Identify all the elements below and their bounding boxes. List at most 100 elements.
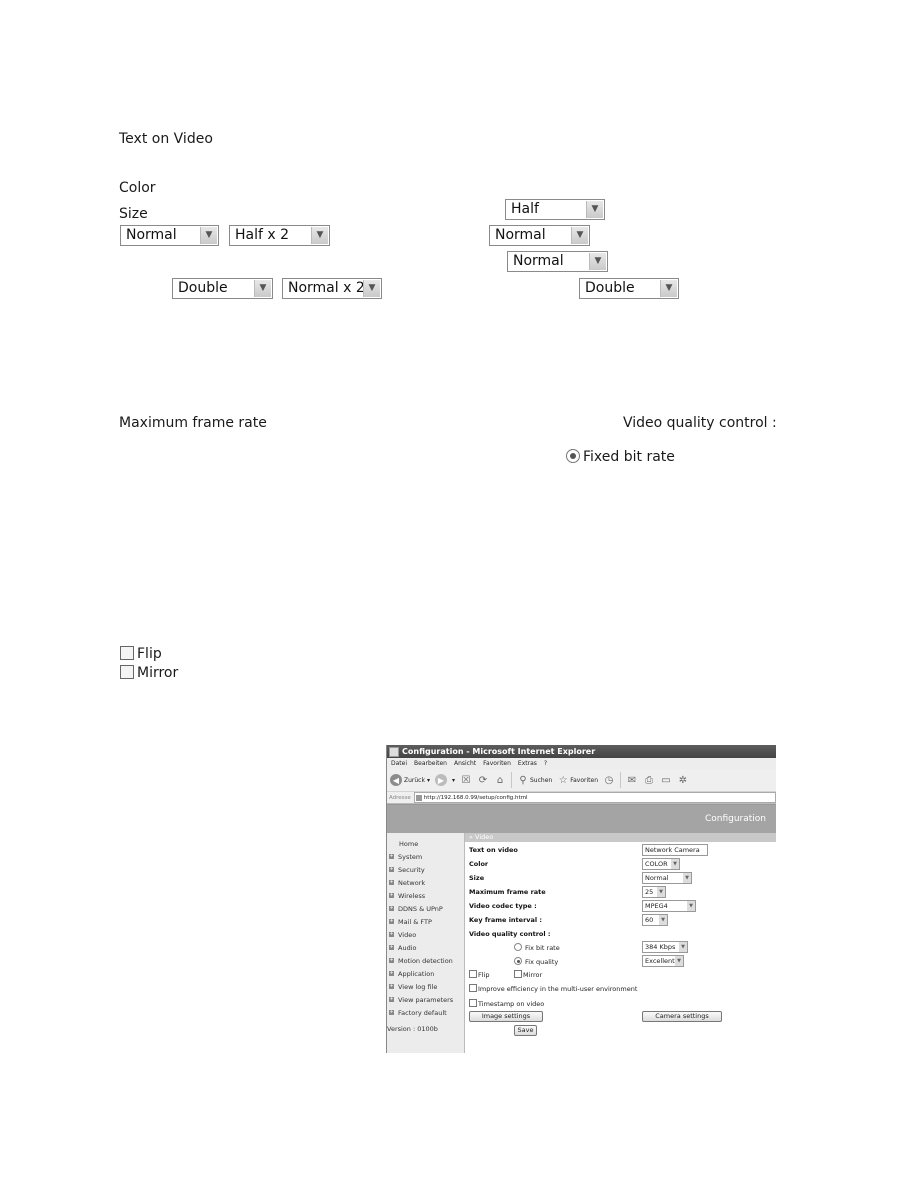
checkbox-icon [514, 970, 522, 978]
expand-icon: + [389, 879, 394, 885]
flip-checkbox[interactable]: Flip [120, 646, 162, 662]
image-settings-button[interactable]: Image settings [469, 1011, 543, 1022]
checkbox-icon [469, 984, 477, 992]
menu-extras[interactable]: Extras [518, 758, 537, 769]
checkbox-icon [120, 665, 134, 679]
timestamp-checkbox[interactable]: Timestamp on video [469, 999, 544, 1008]
sidebar-item-ddns-upnp[interactable]: + DDNS & UPnP [387, 902, 464, 915]
sidebar-item-video[interactable]: + Video [387, 928, 464, 941]
sidebar-item-network[interactable]: + Network [387, 876, 464, 889]
key-frame-label: Key frame interval : [469, 916, 542, 924]
radio-selected-icon [566, 449, 580, 463]
radio-label: Fix quality [525, 958, 559, 966]
forward-button[interactable]: ▶ [434, 774, 447, 786]
back-arrow-icon: ◀ [390, 774, 402, 786]
search-button[interactable]: ⚲ Suchen [517, 774, 552, 786]
size-dropdown-double[interactable]: Double ▼ [172, 278, 273, 299]
messenger-icon[interactable]: ✲ [677, 774, 689, 786]
checkbox-label: Improve efficiency in the multi-user env… [478, 985, 638, 993]
sidebar: Home + System + Security + Network + Wireles… [387, 833, 465, 1053]
sidebar-item-security[interactable]: + Security [387, 863, 464, 876]
sidebar-item-motion-detection[interactable]: + Motion detection [387, 954, 464, 967]
camera-settings-button[interactable]: Camera settings [642, 1011, 722, 1022]
flip-checkbox[interactable]: Flip [469, 970, 489, 979]
sidebar-item-audio[interactable]: + Audio [387, 941, 464, 954]
size-dropdown-half-x2[interactable]: Half x 2 ▼ [229, 225, 330, 246]
checkbox-label: Mirror [523, 971, 543, 979]
size-dropdown-normal-2[interactable]: Normal ▼ [489, 225, 590, 246]
sidebar-item-wireless[interactable]: + Wireless [387, 889, 464, 902]
bit-rate-select[interactable]: 384 Kbps ▼ [642, 941, 688, 953]
sidebar-item-mail-ftp[interactable]: + Mail & FTP [387, 915, 464, 928]
dropdown-value: Normal [513, 253, 564, 269]
codec-label: Video codec type : [469, 902, 537, 910]
text-on-video-heading: Text on Video [119, 131, 213, 147]
color-select[interactable]: COLOR ▼ [642, 858, 680, 870]
size-dropdown-normal[interactable]: Normal ▼ [120, 225, 219, 246]
page-icon [415, 794, 422, 801]
menu-ansicht[interactable]: Ansicht [454, 758, 476, 769]
favorites-button[interactable]: ☆ Favoriten [557, 774, 598, 786]
history-icon[interactable]: ◷ [603, 774, 615, 786]
size-select[interactable]: Normal ▼ [642, 872, 692, 884]
improve-efficiency-checkbox[interactable]: Improve efficiency in the multi-user env… [469, 984, 637, 993]
menu-datei[interactable]: Datei [391, 758, 407, 769]
max-frame-rate-label: Maximum frame rate [469, 888, 546, 896]
size-dropdown-double-2[interactable]: Double ▼ [579, 278, 679, 299]
sidebar-item-view-log-file[interactable]: + View log file [387, 980, 464, 993]
sidebar-item-label: Security [398, 865, 425, 874]
save-button[interactable]: Save [514, 1025, 537, 1036]
back-button[interactable]: ◀ Zurück ▾ [390, 774, 430, 786]
key-frame-select[interactable]: 60 ▼ [642, 914, 668, 926]
stop-icon[interactable]: ☒ [460, 774, 472, 786]
chevron-down-icon: ▼ [571, 227, 588, 244]
breadcrumb: » Video [465, 833, 776, 842]
chevron-down-icon: ▼ [657, 887, 665, 897]
edit-icon[interactable]: ▭ [660, 774, 672, 786]
star-icon: ☆ [558, 774, 568, 786]
size-dropdown-normal-3[interactable]: Normal ▼ [507, 251, 608, 272]
mail-icon[interactable]: ✉ [626, 774, 638, 786]
chevron-down-icon: ▼ [687, 901, 695, 911]
menu-bearbeiten[interactable]: Bearbeiten [414, 758, 447, 769]
sidebar-item-label: System [398, 852, 423, 861]
home-icon[interactable]: ⌂ [494, 774, 506, 786]
refresh-icon[interactable]: ⟳ [477, 774, 489, 786]
browser-window: Configuration - Microsoft Internet Explo… [386, 745, 776, 1053]
print-icon[interactable]: ⎙ [643, 774, 655, 786]
dropdown-value: Half [511, 201, 539, 217]
quality-select[interactable]: Excellent ▼ [642, 955, 684, 967]
chevron-down-icon: ▼ [311, 227, 328, 244]
mirror-label: Mirror [137, 665, 179, 681]
url-input[interactable]: http://192.168.0.99/setup/config.html [413, 792, 776, 803]
chevron-down-icon: ▼ [675, 956, 683, 966]
sidebar-item-label: Home [399, 839, 419, 848]
fixed-bit-rate-radio[interactable]: Fixed bit rate [566, 449, 675, 465]
text-on-video-input[interactable]: Network Camera [642, 844, 708, 856]
checkbox-icon [469, 970, 477, 978]
expand-icon: + [389, 970, 394, 976]
checkbox-label: Flip [478, 971, 490, 979]
mirror-checkbox[interactable]: Mirror [120, 665, 178, 681]
codec-select[interactable]: MPEG4 ▼ [642, 900, 696, 912]
expand-icon: + [389, 931, 394, 937]
dropdown-arrow-icon: ▾ [451, 776, 455, 784]
sidebar-item-system[interactable]: + System [387, 850, 464, 863]
size-dropdown-normal-x2[interactable]: Normal x 2 ▼ [282, 278, 382, 299]
frame-rate-select[interactable]: 25 ▼ [642, 886, 666, 898]
sidebar-item-home[interactable]: Home [387, 837, 464, 850]
sidebar-item-factory-default[interactable]: + Factory default [387, 1006, 464, 1019]
chevron-down-icon: ▼ [254, 280, 271, 297]
sidebar-item-label: Wireless [398, 891, 426, 900]
size-dropdown-half[interactable]: Half ▼ [505, 199, 605, 220]
expand-icon: + [389, 905, 394, 911]
expand-icon: + [389, 1009, 394, 1015]
mirror-checkbox[interactable]: Mirror [514, 970, 542, 979]
menu-help[interactable]: ? [544, 758, 547, 769]
fix-quality-radio[interactable]: Fix quality [514, 957, 558, 966]
sidebar-item-view-parameters[interactable]: + View parameters [387, 993, 464, 1006]
dropdown-value: Normal x 2 [288, 280, 365, 296]
fix-bit-rate-radio[interactable]: Fix bit rate [514, 943, 560, 952]
menu-favoriten[interactable]: Favoriten [483, 758, 511, 769]
sidebar-item-application[interactable]: + Application [387, 967, 464, 980]
